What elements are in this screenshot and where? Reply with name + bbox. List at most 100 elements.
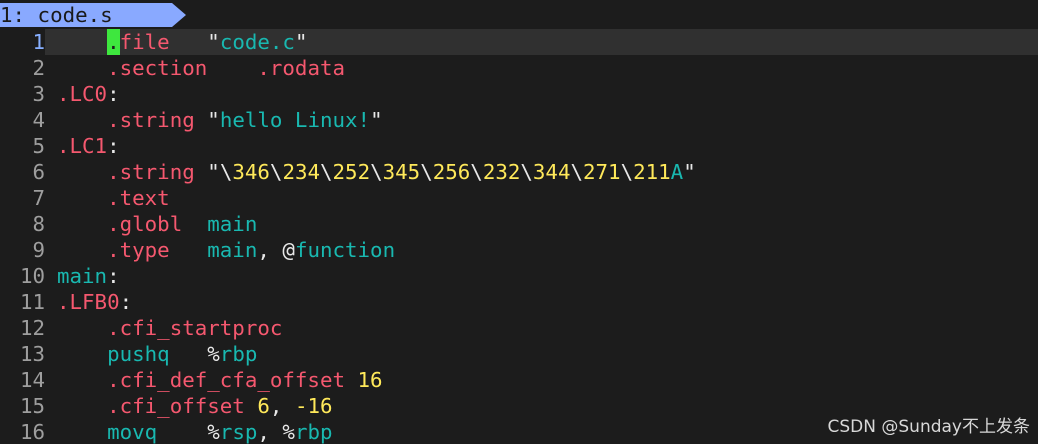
code-token: \ xyxy=(269,160,283,184)
code-text[interactable]: .string "\346\234\252\345\256\232\344\27… xyxy=(57,159,696,185)
code-text[interactable]: .text xyxy=(57,185,170,211)
code-token: hello Linux! xyxy=(219,108,371,132)
code-line[interactable]: 10 main: xyxy=(0,263,1038,289)
code-token: : xyxy=(107,264,120,288)
code-token: % xyxy=(207,342,220,366)
code-token: 211 xyxy=(633,160,671,184)
code-token: .LC1 xyxy=(57,134,108,158)
code-text[interactable]: .section .rodata xyxy=(57,55,345,81)
text-cursor: . xyxy=(107,29,120,55)
code-text[interactable]: .string "hello Linux!" xyxy=(57,107,383,133)
code-token: 256 xyxy=(432,160,471,184)
code-token: pushq xyxy=(107,342,170,366)
code-token: % xyxy=(207,420,220,444)
code-line[interactable]: 7 .text xyxy=(0,185,1038,211)
code-line[interactable]: 14 .cfi_def_cfa_offset 16 xyxy=(0,367,1038,393)
code-token: .string xyxy=(107,160,195,184)
code-text[interactable]: main: xyxy=(57,263,120,289)
code-token: .globl xyxy=(107,212,183,236)
line-number: 15 xyxy=(19,394,45,418)
line-number: 6 xyxy=(32,160,45,184)
code-text[interactable]: .cfi_def_cfa_offset 16 xyxy=(57,367,382,393)
code-token: .section xyxy=(107,56,208,80)
code-text[interactable]: .LFB0: xyxy=(57,289,132,315)
code-token: , xyxy=(257,420,283,444)
code-line[interactable]: 5 .LC1: xyxy=(0,133,1038,159)
code-token: .string xyxy=(107,108,195,132)
line-number: 11 xyxy=(19,290,45,314)
code-token: main xyxy=(207,212,258,236)
code-token: " xyxy=(207,30,220,54)
line-number: 4 xyxy=(32,108,45,132)
line-number: 7 xyxy=(32,186,45,210)
code-text[interactable]: .file "code.c" xyxy=(57,29,307,55)
code-line[interactable]: 9 .type main, @function xyxy=(0,237,1038,263)
line-number: 13 xyxy=(19,342,45,366)
code-text[interactable]: movq %rsp, %rbp xyxy=(57,419,332,444)
code-text[interactable]: .LC0: xyxy=(57,81,120,107)
code-line[interactable]: 4 .string "hello Linux!" xyxy=(0,107,1038,133)
code-line[interactable]: 11 .LFB0: xyxy=(0,289,1038,315)
code-token: .rodata xyxy=(257,56,346,80)
code-token: \ xyxy=(320,160,333,184)
code-token: \ xyxy=(470,160,483,184)
code-token: : xyxy=(107,82,120,106)
code-text[interactable]: .cfi_offset 6, -16 xyxy=(57,393,333,419)
code-token: \ xyxy=(219,160,233,184)
code-text[interactable]: pushq %rbp xyxy=(57,341,257,367)
code-token: \ xyxy=(370,160,383,184)
code-token: 344 xyxy=(532,160,571,184)
line-number: 10 xyxy=(19,264,45,288)
code-line[interactable]: 6 .string "\346\234\252\345\256\232\344\… xyxy=(0,159,1038,185)
code-text[interactable]: .type main, @function xyxy=(57,237,395,263)
code-line[interactable]: 2 .section .rodata xyxy=(0,55,1038,81)
line-number: 16 xyxy=(19,420,45,444)
line-number: 3 xyxy=(32,82,45,106)
code-token: main xyxy=(57,264,108,288)
code-token: .cfi_def_cfa_offset xyxy=(107,368,345,392)
code-line[interactable]: 13 pushq %rbp xyxy=(0,341,1038,367)
code-token: : xyxy=(119,290,133,314)
vim-editor[interactable]: 1: code.s 1 .file "code.c" 2 .section .ro… xyxy=(0,0,1038,444)
code-token: movq xyxy=(107,420,158,444)
code-token: " xyxy=(207,160,220,184)
line-number: 9 xyxy=(32,238,45,262)
code-token: rbp xyxy=(219,342,258,366)
code-token: .LC0 xyxy=(57,82,108,106)
code-token: 232 xyxy=(482,160,521,184)
tab-code-s[interactable]: 1: code.s xyxy=(0,3,172,27)
code-token: main xyxy=(207,238,258,262)
code-line[interactable]: 3 .LC0: xyxy=(0,81,1038,107)
code-text[interactable]: .globl main xyxy=(57,211,257,237)
code-token: , xyxy=(257,238,283,262)
code-text[interactable]: .cfi_startproc xyxy=(57,315,282,341)
code-line[interactable]: 1 .file "code.c" xyxy=(0,29,1038,55)
code-token: -16 xyxy=(294,394,333,418)
code-token: 345 xyxy=(382,160,421,184)
code-token: .cfi_offset xyxy=(107,394,245,418)
code-line[interactable]: 12 .cfi_startproc xyxy=(0,315,1038,341)
code-line[interactable]: 8 .globl main xyxy=(0,211,1038,237)
code-token: , xyxy=(269,394,295,418)
code-token: rsp xyxy=(219,420,258,444)
watermark: CSDN @Sunday不上发条 xyxy=(827,417,1030,437)
code-lines[interactable]: 1 .file "code.c" 2 .section .rodata 3 .LC0:… xyxy=(0,29,1038,444)
code-token: A xyxy=(670,160,684,184)
code-token: function xyxy=(294,238,396,262)
code-token: " xyxy=(294,30,308,54)
code-text[interactable]: .LC1: xyxy=(57,133,120,159)
